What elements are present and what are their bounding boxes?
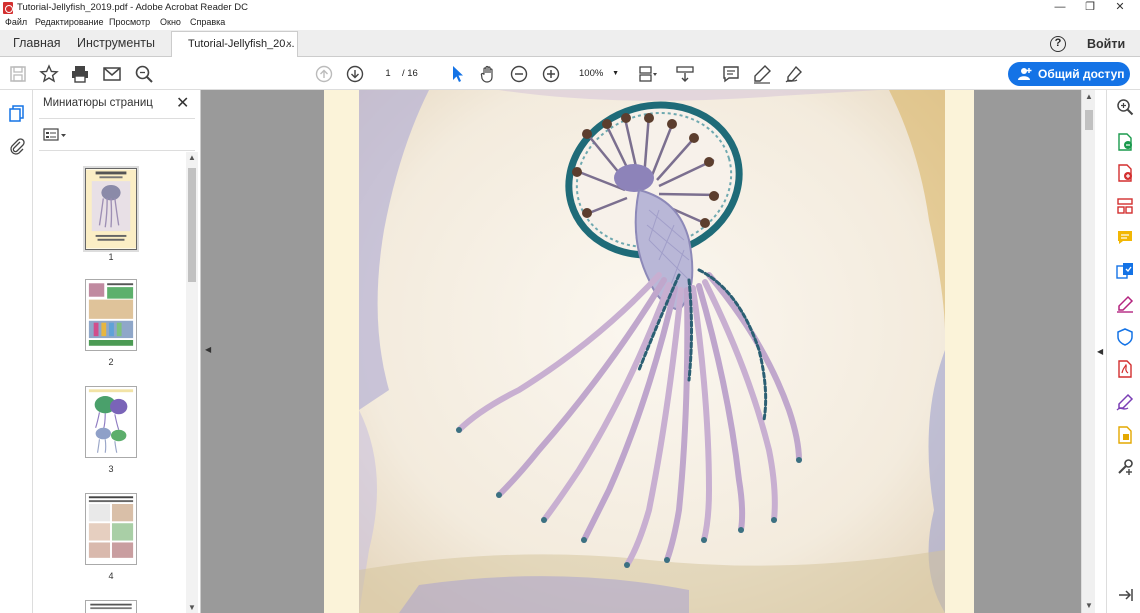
tab-document[interactable]: Tutorial-Jellyfish_20... × [171, 31, 298, 58]
send-for-signature-icon[interactable] [1116, 393, 1134, 411]
export-pdf-icon[interactable] [1116, 133, 1134, 151]
add-user-icon [1018, 68, 1032, 80]
attachment-icon[interactable] [8, 137, 26, 155]
comment-icon[interactable] [721, 64, 741, 84]
bookmark-star-icon[interactable] [39, 64, 59, 84]
minimize-button[interactable]: — [1045, 0, 1075, 16]
fill-sign-icon[interactable] [1116, 295, 1134, 313]
edit-pdf-icon[interactable] [1116, 360, 1134, 378]
compress-icon[interactable] [1116, 426, 1134, 444]
thumbnail-panel: Миниатюры страниц ✕ 1 2 3 4 ▲ ▼ [33, 90, 201, 613]
close-window-button[interactable]: ✕ [1105, 0, 1135, 16]
document-viewer[interactable]: ◀ [201, 90, 1081, 613]
tab-home[interactable]: Главная [13, 30, 61, 57]
panel-scroll-thumb[interactable] [188, 168, 196, 282]
jellyfish-image [359, 90, 945, 613]
zoom-value: 100% [579, 68, 604, 79]
menu-edit[interactable]: Редактирование [35, 17, 104, 27]
hand-tool-icon[interactable] [478, 64, 498, 84]
collapse-tools-icon[interactable]: ◀ [1097, 347, 1103, 356]
window-title: Tutorial-Jellyfish_2019.pdf - Adobe Acro… [17, 2, 248, 13]
more-tools-icon[interactable] [1116, 458, 1134, 476]
email-icon[interactable] [102, 64, 122, 84]
zoom-out-icon[interactable] [509, 64, 529, 84]
save-icon[interactable] [8, 64, 28, 84]
search-icon[interactable] [1116, 98, 1134, 116]
menu-view[interactable]: Просмотр [109, 17, 150, 27]
protect-icon[interactable] [1116, 328, 1134, 346]
print-icon[interactable] [70, 64, 90, 84]
sign-in-button[interactable]: Войти [1087, 37, 1125, 51]
select-tool-icon[interactable] [447, 64, 467, 84]
thumbnail-number: 3 [108, 464, 114, 474]
thumbnail-number: 4 [108, 571, 114, 581]
thumbnail-page-1[interactable] [85, 168, 137, 250]
panel-close-icon[interactable]: ✕ [176, 93, 189, 113]
zoom-in-icon[interactable] [541, 64, 561, 84]
scroll-down-icon[interactable]: ▼ [1085, 601, 1093, 610]
help-icon[interactable]: ? [1050, 36, 1066, 52]
find-icon[interactable] [134, 64, 154, 84]
thumbnail-page-2[interactable] [85, 279, 137, 351]
sign-icon[interactable] [784, 64, 804, 84]
tab-tools[interactable]: Инструменты [77, 30, 155, 57]
page-number-input[interactable]: 1 [377, 66, 399, 82]
document-scroll-thumb[interactable] [1085, 110, 1093, 130]
pages-icon[interactable] [8, 104, 26, 122]
jellyfish-photo [359, 90, 945, 613]
divider [39, 150, 195, 151]
tab-document-label: Tutorial-Jellyfish_20... [188, 38, 295, 50]
share-button[interactable]: Общий доступ [1008, 62, 1130, 86]
restore-button[interactable]: ❐ [1075, 0, 1105, 16]
expand-panel-icon[interactable] [1116, 586, 1134, 604]
share-label: Общий доступ [1038, 67, 1125, 81]
thumbnail-page-5[interactable] [85, 600, 137, 613]
thumbnail-number: 2 [108, 357, 114, 367]
left-rail [0, 90, 33, 613]
title-bar: Tutorial-Jellyfish_2019.pdf - Adobe Acro… [0, 0, 1140, 16]
scroll-down-icon[interactable]: ▼ [188, 603, 196, 612]
toolbar: 1 / 16 100% ▼ Общий доступ [0, 57, 1140, 90]
thumbnail-page-3[interactable] [85, 386, 137, 458]
pdf-page [324, 90, 974, 613]
combine-files-icon[interactable] [1116, 262, 1134, 280]
scroll-up-icon[interactable]: ▲ [1085, 92, 1093, 101]
zoom-select[interactable]: 100% ▼ [575, 66, 621, 82]
next-page-icon[interactable] [345, 64, 365, 84]
panel-title: Миниатюры страниц [43, 97, 153, 109]
document-scrollbar[interactable]: ▲ ▼ [1081, 90, 1095, 613]
panel-scrollbar[interactable]: ▲ ▼ [186, 152, 198, 613]
menu-window[interactable]: Окно [160, 17, 181, 27]
scroll-mode-icon[interactable] [675, 64, 695, 84]
thumbnail-list: 1 2 3 4 [33, 152, 188, 613]
tools-rail [1106, 90, 1140, 613]
thumbnail-options-icon[interactable] [43, 128, 67, 142]
pdf-app-icon [3, 2, 13, 14]
highlight-icon[interactable] [752, 64, 772, 84]
create-pdf-icon[interactable] [1116, 164, 1134, 182]
page-total: / 16 [402, 68, 418, 79]
tab-bar: Главная Инструменты Tutorial-Jellyfish_2… [0, 30, 1140, 58]
scroll-up-icon[interactable]: ▲ [188, 153, 196, 162]
previous-page-icon[interactable] [314, 64, 334, 84]
page-display-icon[interactable] [637, 64, 657, 84]
collapse-left-icon[interactable]: ◀ [205, 345, 211, 354]
thumbnail-page-4[interactable] [85, 493, 137, 565]
menu-help[interactable]: Справка [190, 17, 225, 27]
organize-pages-icon[interactable] [1116, 197, 1134, 215]
comment-tool-icon[interactable] [1116, 229, 1134, 247]
thumbnail-number: 1 [108, 252, 114, 262]
menu-file[interactable]: Файл [5, 17, 27, 27]
divider [39, 118, 195, 119]
chevron-down-icon: ▼ [612, 70, 619, 77]
tab-close-icon[interactable]: × [286, 32, 292, 57]
menu-bar: Файл Редактирование Просмотр Окно Справк… [0, 16, 1140, 30]
